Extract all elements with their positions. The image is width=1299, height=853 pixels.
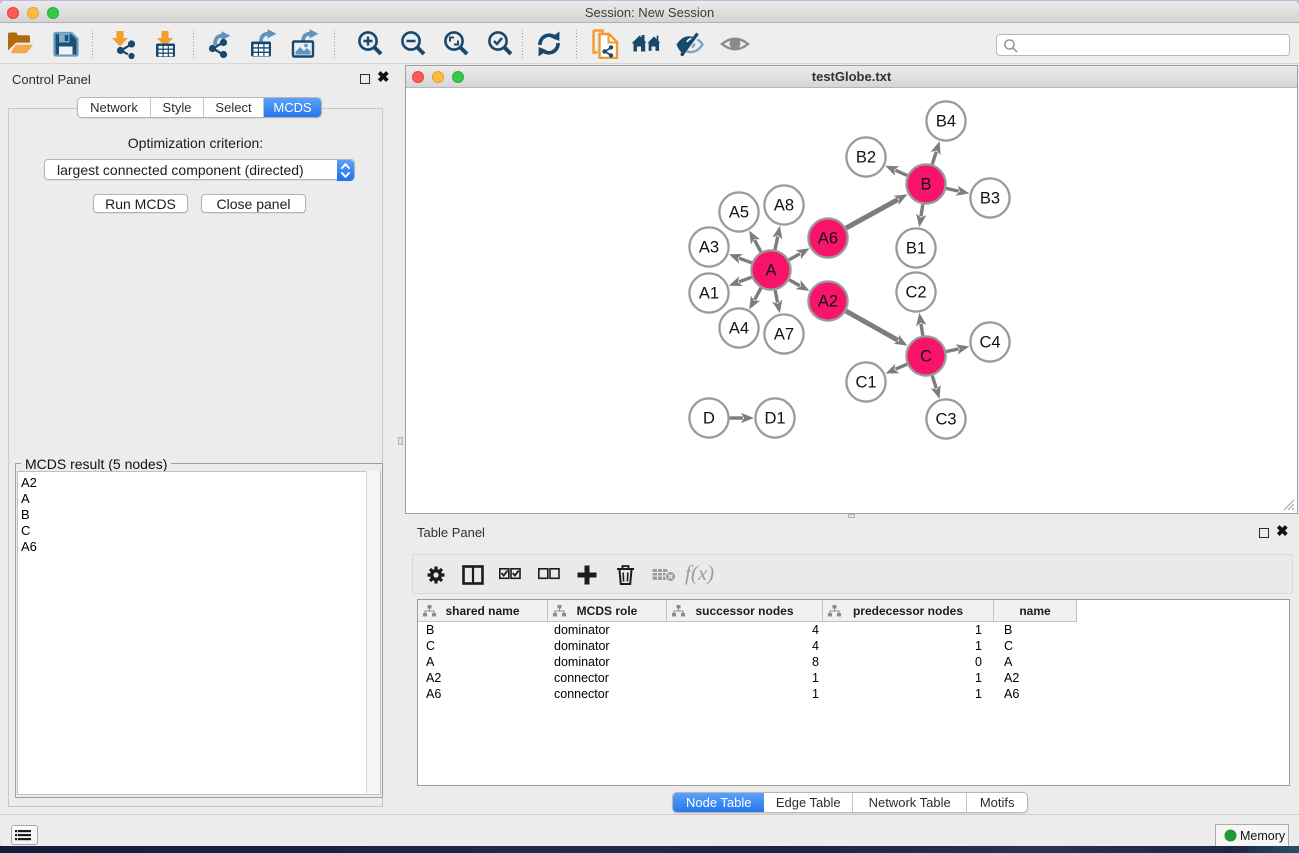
svg-text:C3: C3 xyxy=(935,411,956,429)
svg-text:C: C xyxy=(920,348,932,366)
svg-text:A6: A6 xyxy=(818,230,838,248)
svg-text:C2: C2 xyxy=(905,284,926,302)
svg-text:C4: C4 xyxy=(979,334,1000,352)
svg-text:A3: A3 xyxy=(699,239,719,257)
svg-text:A1: A1 xyxy=(699,285,719,303)
svg-text:B4: B4 xyxy=(936,113,956,131)
svg-text:C1: C1 xyxy=(855,374,876,392)
svg-text:A8: A8 xyxy=(774,197,794,215)
svg-text:A2: A2 xyxy=(818,293,838,311)
svg-text:D1: D1 xyxy=(764,410,785,428)
svg-text:B2: B2 xyxy=(856,149,876,167)
svg-text:B: B xyxy=(920,176,931,194)
svg-text:B3: B3 xyxy=(980,190,1000,208)
svg-text:B1: B1 xyxy=(906,240,926,258)
svg-text:A4: A4 xyxy=(729,320,749,338)
svg-text:A7: A7 xyxy=(774,326,794,344)
svg-text:D: D xyxy=(703,410,715,428)
svg-text:A5: A5 xyxy=(729,204,749,222)
svg-text:A: A xyxy=(765,262,776,280)
